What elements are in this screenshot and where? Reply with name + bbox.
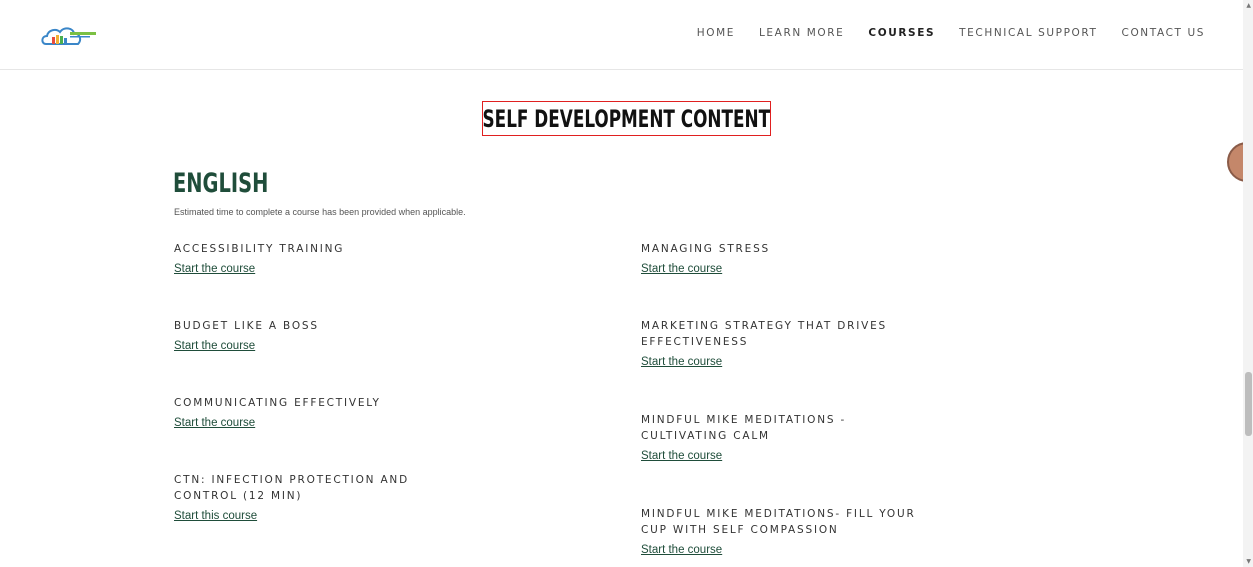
course-name: COMMUNICATING EFFECTIVELY — [174, 397, 381, 409]
course-item: MINDFUL MIKE MEDITATIONS- FILL YOUR CUP … — [641, 506, 941, 557]
course-item: BUDGET LIKE A BOSS Start the course — [174, 318, 464, 353]
course-item: MANAGING STRESS Start the course — [641, 241, 931, 276]
section-note: Estimated time to complete a course has … — [174, 207, 466, 217]
nav-learn-more[interactable]: LEARN MORE — [759, 27, 844, 39]
main-nav: HOME LEARN MORE COURSES TECHNICAL SUPPOR… — [697, 27, 1205, 39]
course-item: COMMUNICATING EFFECTIVELY Start the cour… — [174, 395, 464, 430]
start-course-link[interactable]: Start the course — [641, 263, 722, 275]
page-scrollbar[interactable]: ▲ ▼ — [1243, 0, 1253, 567]
start-course-link[interactable]: Start this course — [174, 510, 257, 522]
site-header: HOME LEARN MORE COURSES TECHNICAL SUPPOR… — [0, 0, 1243, 70]
course-name: MANAGING STRESS — [641, 243, 770, 255]
nav-home[interactable]: HOME — [697, 27, 735, 39]
start-course-link[interactable]: Start the course — [174, 340, 255, 352]
page-title-box: SELF DEVELOPMENT CONTENT — [482, 101, 771, 136]
course-name: CTN: INFECTION PROTECTION AND CONTROL (1… — [174, 474, 409, 502]
course-item: ACCESSIBILITY TRAINING Start the course — [174, 241, 464, 276]
course-item: CTN: INFECTION PROTECTION AND CONTROL (1… — [174, 472, 434, 523]
nav-courses[interactable]: COURSES — [868, 27, 935, 39]
course-name: ACCESSIBILITY TRAINING — [174, 243, 345, 255]
cloud-library-logo-icon[interactable] — [40, 22, 98, 48]
scroll-thumb[interactable] — [1245, 372, 1252, 436]
course-name: MINDFUL MIKE MEDITATIONS- FILL YOUR CUP … — [641, 508, 916, 536]
start-course-link[interactable]: Start the course — [174, 263, 255, 275]
course-name: BUDGET LIKE A BOSS — [174, 320, 319, 332]
page-title: SELF DEVELOPMENT CONTENT — [482, 104, 771, 133]
course-item: MARKETING STRATEGY THAT DRIVES EFFECTIVE… — [641, 318, 911, 369]
course-item: MINDFUL MIKE MEDITATIONS - CULTIVATING C… — [641, 412, 881, 463]
start-course-link[interactable]: Start the course — [641, 544, 722, 556]
start-course-link[interactable]: Start the course — [174, 417, 255, 429]
course-name: MARKETING STRATEGY THAT DRIVES EFFECTIVE… — [641, 320, 888, 348]
scroll-up-icon[interactable]: ▲ — [1246, 2, 1251, 9]
course-name: MINDFUL MIKE MEDITATIONS - CULTIVATING C… — [641, 414, 847, 442]
start-course-link[interactable]: Start the course — [641, 450, 722, 462]
scroll-down-icon[interactable]: ▼ — [1246, 558, 1251, 565]
nav-contact-us[interactable]: CONTACT US — [1122, 27, 1205, 39]
nav-technical-support[interactable]: TECHNICAL SUPPORT — [959, 27, 1097, 39]
section-heading: ENGLISH — [173, 168, 269, 199]
start-course-link[interactable]: Start the course — [641, 356, 722, 368]
